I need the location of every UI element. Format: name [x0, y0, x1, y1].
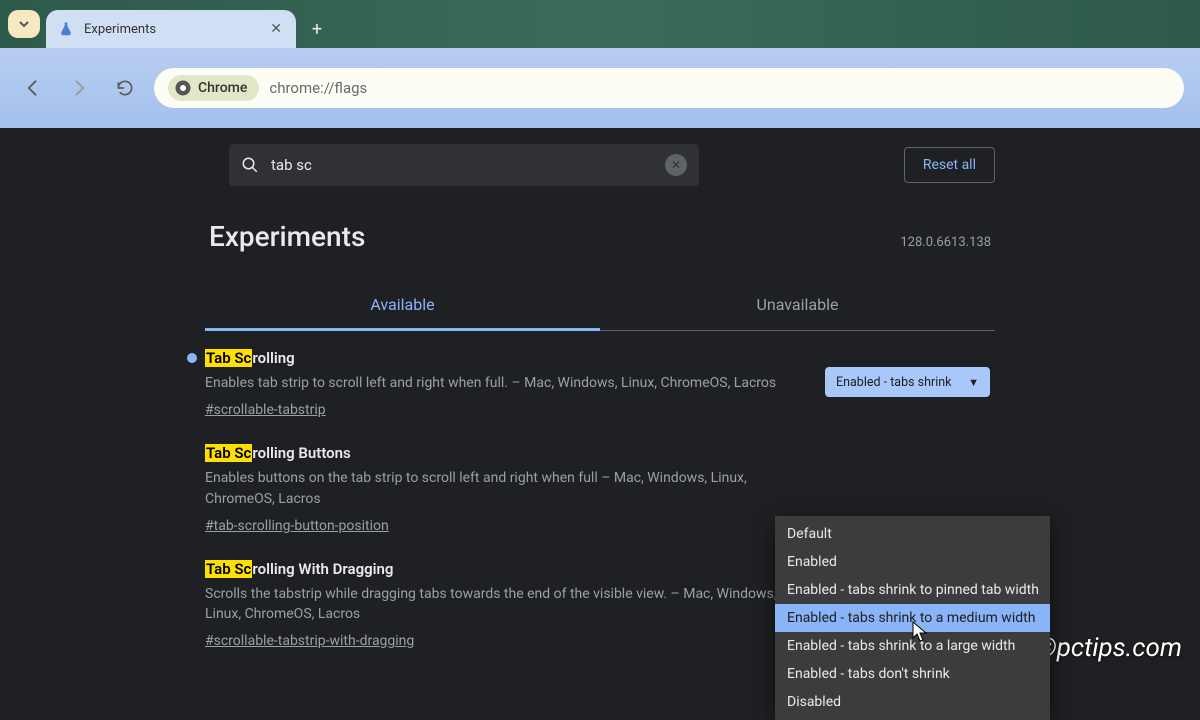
chevron-down-icon: ▼	[968, 376, 979, 389]
tab-unavailable[interactable]: Unavailable	[600, 281, 995, 330]
search-row: ✕ Reset all	[205, 144, 995, 186]
close-tab-button[interactable]: ✕	[270, 21, 282, 37]
forward-button[interactable]	[62, 71, 96, 105]
chip-label: Chrome	[198, 80, 247, 96]
select-dropdown: Default Enabled Enabled - tabs shrink to…	[775, 516, 1050, 720]
browser-titlebar: Experiments ✕ +	[0, 0, 1200, 48]
tab-title: Experiments	[84, 22, 156, 37]
dropdown-option[interactable]: Enabled - tabs shrink to pinned tab widt…	[775, 576, 1050, 604]
search-input[interactable]	[271, 156, 653, 174]
flag-description: Scrolls the tabstrip while dragging tabs…	[205, 584, 805, 625]
reload-icon	[115, 78, 135, 98]
dropdown-option[interactable]: Enabled	[775, 548, 1050, 576]
flag-title: Tab Scrolling With Dragging	[205, 560, 805, 578]
watermark: ©pctips.com	[1037, 633, 1182, 663]
browser-toolbar: Chrome chrome://flags	[0, 48, 1200, 128]
page-title: Experiments	[209, 220, 365, 253]
version-text: 128.0.6613.138	[900, 235, 991, 250]
dropdown-option[interactable]: Default	[775, 520, 1050, 548]
dropdown-option[interactable]: Disabled	[775, 688, 1050, 716]
section-tabs: Available Unavailable	[205, 281, 995, 331]
back-button[interactable]	[16, 71, 50, 105]
arrow-left-icon	[23, 78, 43, 98]
new-tab-button[interactable]: +	[302, 14, 332, 44]
flag-description: Enables buttons on the tab strip to scro…	[205, 468, 805, 509]
flag-title: Tab Scrolling Buttons	[205, 444, 805, 462]
site-identity-chip[interactable]: Chrome	[168, 75, 259, 101]
flag-anchor-link[interactable]: #scrollable-tabstrip-with-dragging	[205, 633, 414, 649]
chrome-icon	[174, 79, 192, 97]
tab-available[interactable]: Available	[205, 281, 600, 331]
browser-tab-active[interactable]: Experiments ✕	[46, 10, 296, 48]
select-value: Enabled - tabs shrink	[836, 375, 952, 390]
flag-description: Enables tab strip to scroll left and rig…	[205, 373, 805, 393]
search-box[interactable]: ✕	[229, 144, 699, 186]
page-content: ✕ Reset all Experiments 128.0.6613.138 A…	[0, 128, 1200, 675]
search-icon	[241, 156, 259, 174]
reload-button[interactable]	[108, 71, 142, 105]
chevron-down-icon	[18, 18, 30, 30]
flag-select[interactable]: Enabled - tabs shrink ▼	[825, 367, 990, 397]
flag-item: Tab Scrolling Enables tab strip to scrol…	[205, 331, 995, 426]
mouse-cursor-icon	[912, 621, 928, 643]
address-bar[interactable]: Chrome chrome://flags	[154, 68, 1184, 108]
arrow-right-icon	[69, 78, 89, 98]
window-menu-button[interactable]	[8, 10, 40, 38]
flag-anchor-link[interactable]: #scrollable-tabstrip	[205, 402, 326, 418]
dropdown-option[interactable]: Enabled - tabs don't shrink	[775, 660, 1050, 688]
flag-anchor-link[interactable]: #tab-scrolling-button-position	[205, 518, 389, 534]
flag-title: Tab Scrolling	[205, 349, 805, 367]
reset-all-button[interactable]: Reset all	[904, 147, 995, 183]
clear-search-button[interactable]: ✕	[665, 154, 687, 176]
flask-icon	[58, 21, 74, 37]
url-text: chrome://flags	[269, 79, 367, 97]
